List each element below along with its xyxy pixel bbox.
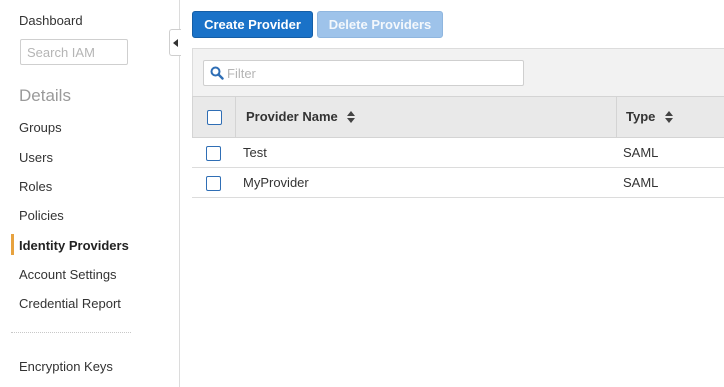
column-divider xyxy=(616,97,617,137)
provider-type-cell: SAML xyxy=(623,175,659,190)
search-icon xyxy=(210,66,224,80)
table-row[interactable]: Test SAML xyxy=(192,138,724,168)
header-checkbox-cell xyxy=(193,97,236,137)
sidebar-item-credential-report[interactable]: Credential Report xyxy=(19,296,121,311)
active-item-indicator xyxy=(11,234,14,255)
column-header-type[interactable]: Type xyxy=(626,109,674,124)
search-input[interactable] xyxy=(20,39,128,65)
sidebar-item-account-settings[interactable]: Account Settings xyxy=(19,267,117,282)
providers-table-panel: Provider Name Type Test SAML MyProvider … xyxy=(192,48,724,198)
sidebar-section-heading: Details xyxy=(19,86,71,105)
provider-type-cell: SAML xyxy=(623,145,659,160)
filter-bar xyxy=(192,48,724,96)
sidebar-item-dashboard[interactable]: Dashboard xyxy=(19,13,83,28)
sort-icon xyxy=(665,110,674,123)
sort-icon xyxy=(347,110,356,123)
table-row[interactable]: MyProvider SAML xyxy=(192,168,724,198)
sidebar-item-policies[interactable]: Policies xyxy=(19,208,64,223)
row-checkbox[interactable] xyxy=(206,176,221,191)
column-header-label: Provider Name xyxy=(246,109,338,124)
column-header-label: Type xyxy=(626,109,656,124)
triangle-left-icon xyxy=(172,38,178,47)
sidebar-item-users[interactable]: Users xyxy=(19,150,53,165)
delete-providers-button[interactable]: Delete Providers xyxy=(317,11,443,38)
column-header-provider-name[interactable]: Provider Name xyxy=(246,109,356,124)
sidebar-item-encryption-keys[interactable]: Encryption Keys xyxy=(19,359,113,374)
sidebar: Dashboard Details Groups Users Roles Pol… xyxy=(0,0,180,387)
select-all-checkbox[interactable] xyxy=(207,110,222,125)
sidebar-collapse-toggle[interactable] xyxy=(169,29,181,56)
sidebar-item-identity-providers[interactable]: Identity Providers xyxy=(19,238,129,253)
sidebar-divider xyxy=(11,332,131,333)
table-header: Provider Name Type xyxy=(192,96,724,138)
provider-name-cell: Test xyxy=(243,145,267,160)
sidebar-item-roles[interactable]: Roles xyxy=(19,179,52,194)
provider-name-cell: MyProvider xyxy=(243,175,309,190)
sidebar-item-groups[interactable]: Groups xyxy=(19,120,62,135)
filter-box[interactable] xyxy=(203,60,524,86)
row-checkbox[interactable] xyxy=(206,146,221,161)
create-provider-button[interactable]: Create Provider xyxy=(192,11,313,38)
filter-input[interactable] xyxy=(227,61,517,85)
